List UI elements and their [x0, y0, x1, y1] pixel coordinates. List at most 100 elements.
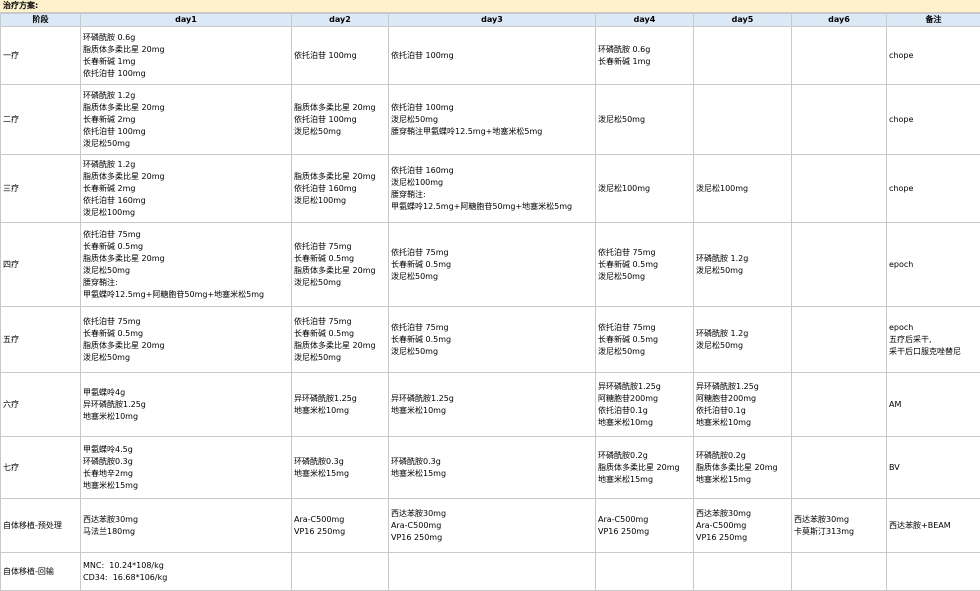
- notes-cell: 西达苯胺+BEAM: [886, 498, 980, 553]
- day4-cell: 环磷酰胺0.2g 脂质体多柔比星 20mg 地塞米松15mg: [595, 436, 694, 499]
- day4-cell: 依托泊苷 75mg 长春新碱 0.5mg 泼尼松50mg: [595, 222, 694, 307]
- day5-cell: 环磷酰胺0.2g 脂质体多柔比星 20mg 地塞米松15mg: [693, 436, 792, 499]
- cell-line: 依托泊苷 100mg: [391, 102, 454, 112]
- day4-cell: Ara-C500mg VP16 250mg: [595, 498, 694, 553]
- cell-line: 泼尼松50mg: [83, 138, 131, 148]
- stage-cell: 自体移植-预处理: [0, 498, 81, 553]
- cell-line: 依托泊苷 75mg: [598, 247, 656, 257]
- cell-line: 卡莫斯汀313mg: [794, 526, 855, 536]
- cell-line: 脂质体多柔比星 20mg: [83, 44, 165, 54]
- day2-cell: 异环磷酰胺1.25g 地塞米松10mg: [291, 372, 389, 437]
- cell-line: 泼尼松50mg: [391, 346, 439, 356]
- cell-line: 依托泊苷 160mg: [294, 183, 357, 193]
- table-row: 六疗 甲氨蝶呤4g 异环磷酰胺1.25g 地塞米松10mg 异环磷酰胺1.25g 地塞米松…: [0, 372, 980, 437]
- cell-line: 地塞米松10mg: [598, 417, 654, 427]
- day6-cell: [791, 222, 887, 307]
- cell-line: Ara-C500mg: [598, 514, 649, 524]
- stage-cell: 三疗: [0, 154, 81, 223]
- cell-line: 泼尼松100mg: [83, 207, 136, 217]
- cell-line: 长春新碱 0.5mg: [294, 253, 355, 263]
- day6-cell: 西达苯胺30mg 卡莫斯汀313mg: [791, 498, 887, 553]
- cell-line: 长春新碱 0.5mg: [391, 259, 452, 269]
- cell-line: 长春新碱 0.5mg: [598, 259, 659, 269]
- cell-line: 地塞米松10mg: [696, 417, 752, 427]
- cell-line: 泼尼松50mg: [83, 265, 131, 275]
- cell-line: 五疗后采干,: [889, 334, 932, 344]
- cell-line: epoch: [889, 259, 914, 269]
- cell-line: AM: [889, 399, 902, 409]
- table-row: 自体移植-预处理 西达苯胺30mg 马法兰180mg Ara-C500mg VP16 2…: [0, 498, 980, 553]
- cell-line: 泼尼松50mg: [696, 265, 744, 275]
- cell-line: 依托泊苷 160mg: [83, 195, 146, 205]
- section-title: 治疗方案:: [0, 0, 980, 13]
- cell-line: 依托泊苷0.1g: [598, 405, 648, 415]
- cell-line: 地塞米松15mg: [294, 468, 350, 478]
- cell-line: 泼尼松50mg: [391, 271, 439, 281]
- day1-cell: 西达苯胺30mg 马法兰180mg: [80, 498, 292, 553]
- cell-line: 地塞米松10mg: [391, 405, 447, 415]
- cell-line: 脂质体多柔比星 20mg: [294, 102, 376, 112]
- header-day3: day3: [388, 13, 596, 27]
- cell-line: 异环磷酰胺1.25g: [83, 399, 146, 409]
- cell-line: 依托泊苷 75mg: [598, 322, 656, 332]
- cell-line: 脂质体多柔比星 20mg: [83, 171, 165, 181]
- day5-cell: 泼尼松100mg: [693, 154, 792, 223]
- cell-line: 泼尼松50mg: [598, 271, 646, 281]
- treatment-table: 阶段 day1 day2 day3 day4 day5 day6 备注 一疗 环磷…: [0, 13, 980, 591]
- day5-cell: 异环磷酰胺1.25g 阿糖胞苷200mg 依托泊苷0.1g 地塞米松10mg: [693, 372, 792, 437]
- day1-cell: 依托泊苷 75mg 长春新碱 0.5mg 脂质体多柔比星 20mg 泼尼松50mg 腰穿…: [80, 222, 292, 307]
- cell-line: 西达苯胺30mg: [794, 514, 850, 524]
- stage-cell: 自体移植-回输: [0, 552, 81, 591]
- day3-cell: 异环磷酰胺1.25g 地塞米松10mg: [388, 372, 596, 437]
- cell-line: 泼尼松100mg: [294, 195, 347, 205]
- cell-line: VP16 250mg: [696, 532, 748, 542]
- header-notes: 备注: [886, 13, 980, 27]
- cell-line: 脂质体多柔比星 20mg: [83, 340, 165, 350]
- day1-cell: 依托泊苷 75mg 长春新碱 0.5mg 脂质体多柔比星 20mg 泼尼松50mg: [80, 306, 292, 373]
- day3-cell: 依托泊苷 100mg 泼尼松50mg 腰穿鞘注甲氨蝶呤12.5mg+地塞米松5mg: [388, 84, 596, 155]
- day3-cell: 依托泊苷 75mg 长春新碱 0.5mg 泼尼松50mg: [388, 222, 596, 307]
- cell-line: 环磷酰胺 1.2g: [696, 253, 749, 263]
- day6-cell: [791, 436, 887, 499]
- notes-cell: chope: [886, 154, 980, 223]
- stage-cell: 一疗: [0, 26, 81, 85]
- day4-cell: 环磷酰胺 0.6g 长春新碱 1mg: [595, 26, 694, 85]
- cell-line: 西达苯胺30mg: [696, 508, 752, 518]
- day6-cell: [791, 552, 887, 591]
- cell-line: 脂质体多柔比星 20mg: [83, 253, 165, 263]
- notes-cell: epoch 五疗后采干, 采干后口服克唑替尼: [886, 306, 980, 373]
- cell-line: 脂质体多柔比星 20mg: [294, 340, 376, 350]
- cell-line: 西达苯胺30mg: [391, 508, 447, 518]
- day4-cell: 异环磷酰胺1.25g 阿糖胞苷200mg 依托泊苷0.1g 地塞米松10mg: [595, 372, 694, 437]
- cell-line: 长春新碱 2mg: [83, 114, 136, 124]
- header-day4: day4: [595, 13, 694, 27]
- cell-line: 依托泊苷 75mg: [294, 241, 352, 251]
- cell-line: 异环磷酰胺1.25g: [696, 381, 759, 391]
- cell-line: BV: [889, 462, 900, 472]
- day5-cell: 环磷酰胺 1.2g 泼尼松50mg: [693, 222, 792, 307]
- header-day6: day6: [791, 13, 887, 27]
- cell-line: 采干后口服克唑替尼: [889, 346, 961, 356]
- day1-cell: 甲氨蝶呤4.5g 环磷酰胺0.3g 长春地辛2mg 地塞米松15mg: [80, 436, 292, 499]
- table-row: 五疗 依托泊苷 75mg 长春新碱 0.5mg 脂质体多柔比星 20mg 泼尼松50mg…: [0, 306, 980, 373]
- cell-line: 环磷酰胺0.3g: [391, 456, 441, 466]
- cell-line: 泼尼松100mg: [598, 183, 651, 193]
- day5-cell: [693, 26, 792, 85]
- notes-cell: AM: [886, 372, 980, 437]
- day2-cell: 依托泊苷 75mg 长春新碱 0.5mg 脂质体多柔比星 20mg 泼尼松50mg: [291, 222, 389, 307]
- cell-line: 脂质体多柔比星 20mg: [294, 265, 376, 275]
- cell-line: Ara-C500mg: [294, 514, 345, 524]
- cell-line: 环磷酰胺 0.6g: [83, 32, 136, 42]
- header-row: 阶段 day1 day2 day3 day4 day5 day6 备注: [0, 13, 980, 27]
- stage-cell: 六疗: [0, 372, 81, 437]
- day3-cell: [388, 552, 596, 591]
- cell-line: 泼尼松50mg: [696, 340, 744, 350]
- cell-line: 脂质体多柔比星 20mg: [294, 171, 376, 181]
- cell-line: 依托泊苷 160mg: [391, 165, 454, 175]
- cell-line: 长春新碱 2mg: [83, 183, 136, 193]
- cell-line: 泼尼松100mg: [696, 183, 749, 193]
- day1-cell: 环磷酰胺 0.6g 脂质体多柔比星 20mg 长春新碱 1mg 依托泊苷 100mg: [80, 26, 292, 85]
- cell-line: 环磷酰胺0.3g: [83, 456, 133, 466]
- cell-line: 依托泊苷 75mg: [391, 247, 449, 257]
- cell-line: 长春地辛2mg: [83, 468, 133, 478]
